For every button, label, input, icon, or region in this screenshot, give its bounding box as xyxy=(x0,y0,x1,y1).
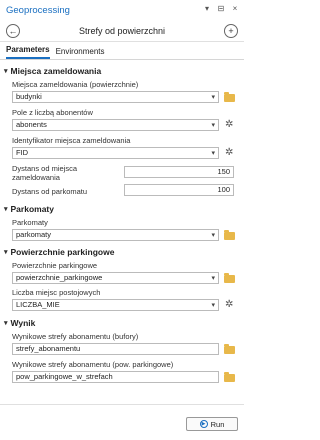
parkomaty-input[interactable]: parkomaty ▾ xyxy=(12,229,219,241)
field-value: strefy_abonamentu xyxy=(16,344,81,353)
tab-bar: Parameters Environments xyxy=(0,42,244,60)
folder-icon[interactable] xyxy=(224,92,235,102)
window-controls: ▾ ⊟ × xyxy=(202,4,240,13)
section-title: Wynik xyxy=(10,318,36,328)
gear-icon[interactable]: ✲ xyxy=(225,148,235,158)
folder-icon[interactable] xyxy=(224,344,235,354)
dropdown-icon[interactable]: ▾ xyxy=(202,4,212,13)
field-label: Miejsca zameldowania (powierzchnie) xyxy=(12,80,139,89)
folder-icon[interactable] xyxy=(224,230,235,240)
abonents-field-select[interactable]: abonents ▾ xyxy=(12,119,219,131)
field-label: Parkomaty xyxy=(12,218,48,227)
gear-icon[interactable]: ✲ xyxy=(225,120,235,130)
output-pow-parkingowe-input[interactable]: pow_parkingowe_w_strefach xyxy=(12,371,219,383)
tool-name: Strefy od powierzchni xyxy=(78,26,166,36)
field-label: Powierzchnie parkingowe xyxy=(12,261,98,270)
distance-miejsca-input[interactable]: 150 xyxy=(124,166,234,178)
field-label: Identyfikator miejsca zameldowania xyxy=(12,136,131,145)
add-button[interactable]: + xyxy=(224,24,238,38)
section-miejsca-zameldowania[interactable]: ▾ Miejsca zameldowania xyxy=(4,66,101,76)
folder-icon[interactable] xyxy=(224,372,235,382)
run-label: Run xyxy=(210,419,225,429)
chevron-down-icon[interactable]: ▾ xyxy=(211,301,215,311)
section-title: Miejsca zameldowania xyxy=(10,66,102,76)
distance-parkomatu-input[interactable]: 100 xyxy=(124,184,234,196)
field-value: FID xyxy=(16,148,29,157)
section-powierzchnie-parkingowe[interactable]: ▾ Powierzchnie parkingowe xyxy=(4,247,114,257)
chevron-down-icon[interactable]: ▾ xyxy=(211,149,215,159)
field-value: parkomaty xyxy=(16,230,52,239)
miejsca-input[interactable]: budynki ▾ xyxy=(12,91,219,103)
tab-parameters[interactable]: Parameters xyxy=(6,45,50,59)
field-label: Wynikowe strefy abonamentu (pow. parking… xyxy=(12,360,174,369)
footer: ▶ Run xyxy=(0,404,244,440)
output-bufory-input[interactable]: strefy_abonamentu xyxy=(12,343,219,355)
folder-icon[interactable] xyxy=(224,273,235,283)
window-title: Geoprocessing xyxy=(6,4,70,16)
field-value: LICZBA_MIE xyxy=(16,300,60,309)
tab-environments[interactable]: Environments xyxy=(56,47,105,59)
gear-icon[interactable]: ✲ xyxy=(225,300,235,310)
section-parkomaty[interactable]: ▾ Parkomaty xyxy=(4,204,54,214)
parameters-panel: ▾ Miejsca zameldowania Miejsca zameldowa… xyxy=(0,62,244,402)
play-icon: ▶ xyxy=(199,420,208,428)
field-value: budynki xyxy=(16,92,42,101)
section-wynik[interactable]: ▾ Wynik xyxy=(4,318,35,328)
chevron-down-icon[interactable]: ▾ xyxy=(211,231,215,241)
chevron-down-icon[interactable]: ▾ xyxy=(211,93,215,103)
field-label: Pole z liczbą abonentów xyxy=(12,108,93,117)
plus-icon: + xyxy=(228,25,234,36)
chevron-down-icon: ▾ xyxy=(4,68,8,75)
field-label: Wynikowe strefy abonamentu (bufory) xyxy=(12,332,139,341)
powierzchnie-input[interactable]: powierzchnie_parkingowe ▾ xyxy=(12,272,219,284)
chevron-down-icon: ▾ xyxy=(4,249,8,256)
auto-hide-icon[interactable]: ⊟ xyxy=(216,4,226,13)
tool-header: ← Strefy od powierzchni + xyxy=(0,20,244,42)
field-label: Dystans od miejsca zameldowania xyxy=(12,164,78,182)
chevron-down-icon: ▾ xyxy=(4,206,8,213)
run-button[interactable]: ▶ Run xyxy=(186,417,238,431)
chevron-down-icon[interactable]: ▾ xyxy=(211,121,215,131)
field-label: Dystans od parkomatu xyxy=(12,187,88,196)
field-value: pow_parkingowe_w_strefach xyxy=(16,372,113,381)
window-titlebar: Geoprocessing ▾ ⊟ × xyxy=(0,0,244,20)
section-title: Parkomaty xyxy=(10,204,54,214)
field-value: powierzchnie_parkingowe xyxy=(16,273,103,282)
liczba-miejsc-select[interactable]: LICZBA_MIE ▾ xyxy=(12,299,219,311)
chevron-down-icon[interactable]: ▾ xyxy=(211,274,215,284)
field-label: Liczba miejsc postojowych xyxy=(12,288,101,297)
id-field-select[interactable]: FID ▾ xyxy=(12,147,219,159)
close-icon[interactable]: × xyxy=(230,4,240,13)
section-title: Powierzchnie parkingowe xyxy=(10,247,115,257)
chevron-down-icon: ▾ xyxy=(4,320,8,327)
field-value: abonents xyxy=(16,120,47,129)
